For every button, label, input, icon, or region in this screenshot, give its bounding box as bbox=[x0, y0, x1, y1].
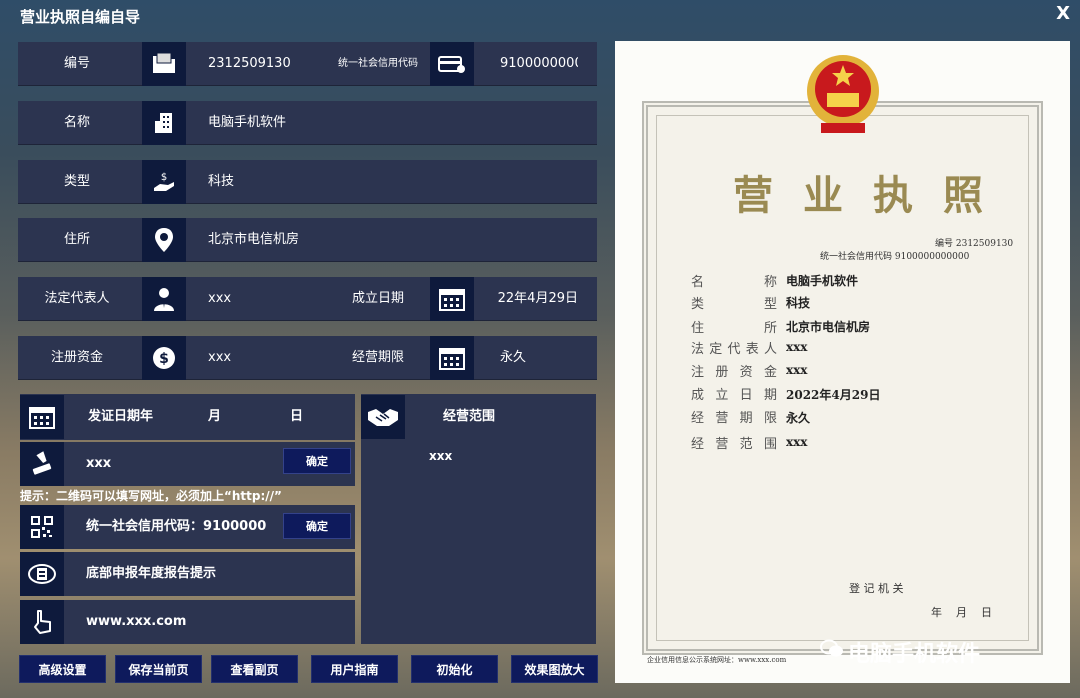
cert-field-value: xxx bbox=[786, 340, 808, 354]
initialize-button[interactable]: 初始化 bbox=[411, 655, 498, 683]
cert-field-label: 经营期限 bbox=[691, 411, 777, 426]
address-label: 住所 bbox=[63, 232, 90, 247]
close-button[interactable]: X bbox=[1056, 3, 1070, 24]
issue-date-line: 年 月 日 bbox=[931, 606, 992, 619]
number-label: 编号 bbox=[63, 56, 90, 71]
svg-text:$: $ bbox=[161, 172, 167, 183]
rep-input[interactable]: xxx bbox=[208, 277, 308, 321]
credit-label: 统一社会信用代码 bbox=[338, 58, 418, 69]
cert-field-label: 住所 bbox=[691, 321, 777, 336]
name-label: 名称 bbox=[63, 115, 90, 130]
certificate-footer: 企业信用信息公示系统网址：www.xxx.com bbox=[647, 656, 787, 664]
qr-row: 统一社会信用代码：9100000 确定 bbox=[20, 505, 355, 549]
issue-date-row: 发证日期年 月 日 bbox=[20, 394, 355, 440]
cert-field-value: xxx bbox=[786, 363, 808, 377]
coin-icon: $ bbox=[142, 336, 186, 380]
calendar-icon bbox=[20, 395, 64, 439]
capital-row: 注册资金 $ xxx 经营期限 永久 bbox=[18, 336, 597, 380]
date-label: 成立日期 bbox=[351, 291, 404, 306]
cert-field-label: 成立日期 bbox=[691, 388, 777, 403]
national-emblem-icon bbox=[805, 51, 881, 141]
capital-input[interactable]: xxx bbox=[208, 336, 308, 380]
stamp-input[interactable]: xxx bbox=[86, 442, 111, 486]
issue-month-label: 月 bbox=[208, 409, 222, 424]
qr-input[interactable]: 统一社会信用代码：9100000 bbox=[86, 505, 266, 549]
location-pin-icon bbox=[142, 218, 186, 262]
advanced-settings-button[interactable]: 高级设置 bbox=[19, 655, 106, 683]
number-row: 编号 2312509130 统一社会信用代码 9100000000 bbox=[18, 42, 597, 86]
cert-field-label: 法定代表人 bbox=[691, 342, 777, 357]
stamp-icon bbox=[20, 442, 64, 486]
address-row: 住所 北京市电信机房 bbox=[18, 218, 597, 262]
certificate-number: 编号 2312509130 bbox=[935, 239, 1014, 249]
certificate-title: 营业执照 bbox=[733, 172, 1013, 219]
url-row: www.xxx.com bbox=[20, 600, 355, 644]
cert-field-value: 2022年4月29日 bbox=[786, 388, 881, 402]
cert-field-label: 类型 bbox=[691, 297, 777, 312]
term-input[interactable]: 永久 bbox=[500, 336, 580, 380]
user-guide-button[interactable]: 用户指南 bbox=[311, 655, 398, 683]
url-input[interactable]: www.xxx.com bbox=[86, 600, 186, 644]
svg-text:$: $ bbox=[159, 351, 169, 367]
name-input[interactable]: 电脑手机软件 bbox=[208, 101, 588, 145]
save-page-button[interactable]: 保存当前页 bbox=[115, 655, 202, 683]
cert-field-value: 永久 bbox=[786, 411, 811, 425]
cert-field-label: 经营范围 bbox=[691, 437, 777, 452]
stamp-row: xxx 确定 bbox=[20, 442, 355, 486]
card-icon bbox=[430, 42, 474, 86]
name-row: 名称 电脑手机软件 bbox=[18, 101, 597, 145]
qr-ok-button[interactable]: 确定 bbox=[283, 513, 351, 539]
enlarge-preview-button[interactable]: 效果图放大 bbox=[511, 655, 598, 683]
person-icon bbox=[142, 277, 186, 321]
address-input[interactable]: 北京市电信机房 bbox=[208, 218, 588, 262]
registrar-label: 登 记 机 关 bbox=[849, 582, 904, 595]
type-input[interactable]: 科技 bbox=[208, 160, 588, 204]
folder-icon bbox=[142, 42, 186, 86]
capital-label: 注册资金 bbox=[50, 350, 103, 365]
type-label: 类型 bbox=[63, 174, 90, 189]
qr-hint: 提示：二维码可以填写网址，必须加上“http://” bbox=[20, 489, 282, 503]
cert-field-value: 电脑手机软件 bbox=[786, 274, 859, 288]
cert-field-value: 科技 bbox=[786, 296, 811, 310]
issue-year-label: 发证日期年 bbox=[88, 409, 154, 424]
rep-row: 法定代表人 xxx 成立日期 2022年4月29日 bbox=[18, 277, 597, 321]
window-title: 营业执照自编自导 bbox=[20, 8, 141, 26]
cert-field-value: 北京市电信机房 bbox=[786, 320, 871, 334]
cert-field-value: xxx bbox=[786, 435, 808, 449]
cert-field-label: 名称 bbox=[691, 275, 777, 290]
calendar-icon bbox=[430, 277, 474, 321]
cert-field-label: 注册资金 bbox=[691, 365, 777, 380]
report-row: 底部申报年度报告提示 bbox=[20, 552, 355, 596]
stamp-ok-button[interactable]: 确定 bbox=[283, 448, 351, 474]
qr-code-icon bbox=[20, 505, 64, 549]
certificate-credit-code: 统一社会信用代码 9100000000000 bbox=[820, 252, 970, 262]
scope-input[interactable]: xxx bbox=[429, 434, 452, 478]
view-copy-button[interactable]: 查看副页 bbox=[211, 655, 298, 683]
hand-money-icon: $ bbox=[142, 160, 186, 204]
scope-label: 经营范围 bbox=[443, 409, 496, 424]
hand-pointer-icon bbox=[20, 600, 64, 644]
wechat-icon bbox=[820, 639, 844, 659]
term-label: 经营期限 bbox=[351, 350, 404, 365]
emblem-icon bbox=[20, 552, 64, 596]
date-input[interactable]: 2022年4月29日 bbox=[498, 277, 578, 321]
handshake-icon bbox=[361, 395, 405, 439]
certificate-preview: 营业执照 编号 2312509130 统一社会信用代码 910000000000… bbox=[615, 41, 1070, 683]
number-input[interactable]: 2312509130 bbox=[208, 42, 304, 86]
credit-input[interactable]: 9100000000 bbox=[500, 42, 578, 86]
report-text[interactable]: 底部申报年度报告提示 bbox=[86, 552, 216, 596]
scope-panel: 经营范围 xxx bbox=[361, 394, 596, 644]
calendar-icon bbox=[430, 336, 474, 380]
issue-day-label: 日 bbox=[290, 409, 304, 424]
building-icon bbox=[142, 101, 186, 145]
type-row: 类型 $ 科技 bbox=[18, 160, 597, 204]
watermark-text: 电脑手机软件 bbox=[848, 642, 981, 667]
rep-label: 法定代表人 bbox=[44, 291, 110, 306]
